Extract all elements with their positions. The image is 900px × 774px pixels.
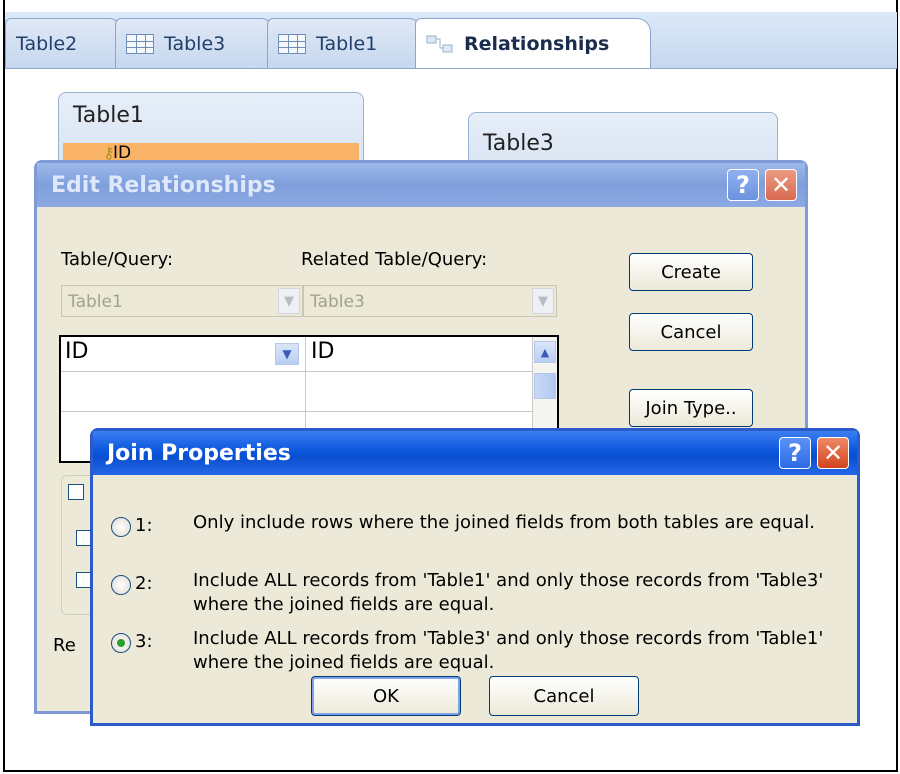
- help-button[interactable]: ?: [779, 437, 811, 469]
- join-properties-titlebar: Join Properties ? ✕: [93, 431, 857, 475]
- scroll-thumb[interactable]: [534, 373, 556, 399]
- join-option-1-radio[interactable]: [111, 517, 131, 537]
- join-option-number: 1:: [135, 515, 153, 536]
- join-properties-dialog: Join Properties ? ✕ 1: Only include rows…: [90, 428, 860, 726]
- help-button[interactable]: ?: [727, 169, 759, 201]
- table-query-select: Table1 ▼: [61, 285, 303, 317]
- enforce-integrity-checkbox[interactable]: [68, 484, 84, 500]
- join-type-button[interactable]: Join Type..: [629, 389, 753, 427]
- related-table-query-label: Related Table/Query:: [301, 249, 488, 270]
- relationships-icon: [426, 34, 454, 54]
- help-icon: ?: [736, 171, 750, 199]
- chevron-down-icon: ▼: [278, 288, 300, 314]
- close-icon: ✕: [822, 439, 844, 467]
- table-query-label: Table/Query:: [61, 249, 174, 270]
- table-icon: [126, 33, 154, 54]
- chevron-down-icon: ▼: [532, 288, 554, 314]
- close-icon: ✕: [770, 171, 792, 199]
- create-button[interactable]: Create: [629, 253, 753, 291]
- dialog-title: Edit Relationships: [51, 172, 276, 198]
- chevron-down-icon[interactable]: ▼: [275, 343, 299, 365]
- close-button[interactable]: ✕: [817, 437, 849, 469]
- cancel-button[interactable]: Cancel: [489, 676, 639, 716]
- edit-relationships-titlebar: Edit Relationships ? ✕: [37, 163, 805, 207]
- join-option-number: 2:: [135, 573, 153, 594]
- tab-relationships[interactable]: Relationships: [415, 18, 651, 68]
- related-table-query-select: Table3 ▼: [303, 285, 557, 317]
- document-tab-bar: Table2 Table3 Table1 Relationships: [5, 12, 897, 69]
- table3-title: Table3: [483, 131, 554, 156]
- tab-label: Table2: [16, 32, 78, 55]
- join-option-2-radio[interactable]: [111, 575, 131, 595]
- join-option-3-radio[interactable]: [111, 633, 131, 653]
- join-option-1-text: Only include rows where the joined field…: [193, 512, 815, 533]
- tab-table2[interactable]: Table2: [5, 18, 123, 68]
- close-button[interactable]: ✕: [765, 169, 797, 201]
- table-icon: [278, 33, 306, 54]
- join-option-number: 3:: [135, 631, 153, 652]
- scroll-up-icon[interactable]: ▲: [534, 341, 556, 363]
- tab-label: Table3: [164, 32, 226, 55]
- tab-table1[interactable]: Table1: [267, 18, 423, 68]
- grid-right-field[interactable]: ID: [311, 339, 334, 364]
- dialog-title: Join Properties: [107, 440, 291, 466]
- grid-left-field[interactable]: ID: [65, 339, 88, 364]
- relationship-type-label: Re: [53, 635, 76, 656]
- ok-button[interactable]: OK: [311, 676, 461, 716]
- cancel-button[interactable]: Cancel: [629, 313, 753, 351]
- tab-label: Table1: [316, 32, 378, 55]
- join-option-2-text: Include ALL records from 'Table1' and on…: [193, 570, 824, 615]
- help-icon: ?: [788, 439, 802, 467]
- join-option-3-text: Include ALL records from 'Table3' and on…: [193, 628, 824, 673]
- table1-title: Table1: [73, 103, 144, 128]
- tab-table3[interactable]: Table3: [115, 18, 275, 68]
- tab-label: Relationships: [464, 32, 610, 55]
